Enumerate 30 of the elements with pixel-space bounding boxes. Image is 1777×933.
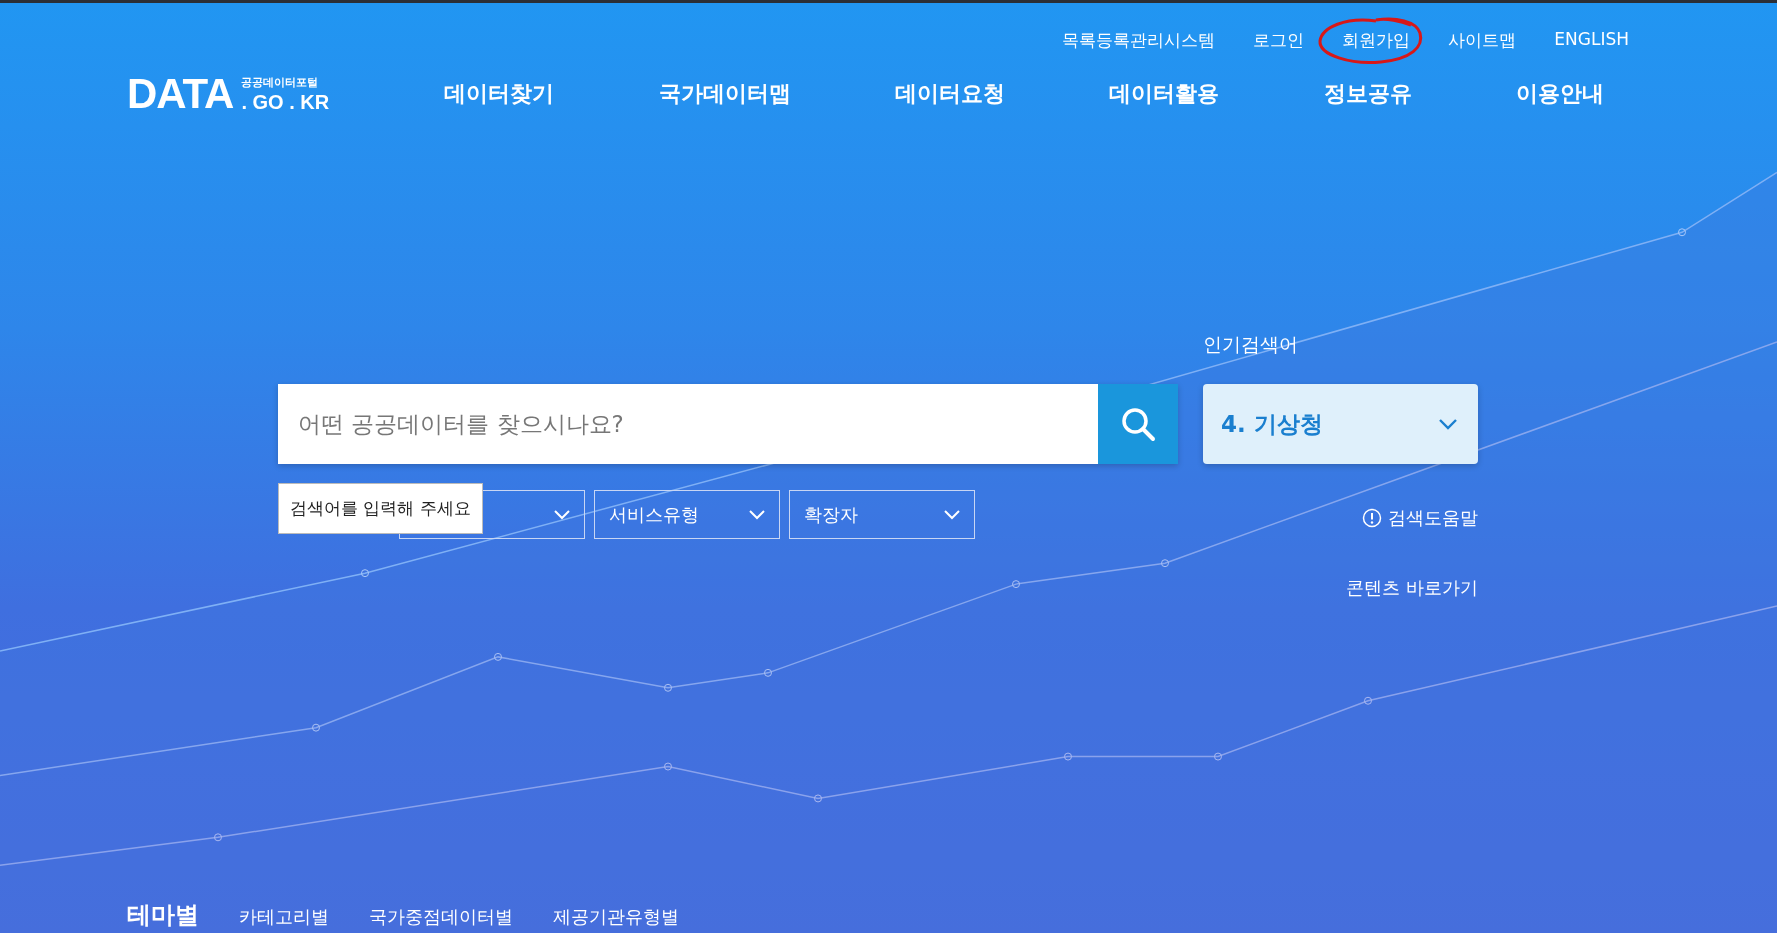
filter-dropdown[interactable]: 확장자 [789,490,975,539]
nav-menu-item[interactable]: 정보공유 [1323,79,1412,109]
nav-menu-item[interactable]: 데이터활용 [1109,79,1220,109]
nav-menu-item[interactable]: 이용안내 [1516,79,1605,109]
content-shortcut-link[interactable]: 콘텐츠 바로가기 [1346,576,1478,600]
filter-dropdown[interactable]: 서비스유형 [594,490,780,539]
search-field[interactable]: 어떤 공공데이터를 찾으시나요? [278,384,1098,464]
search-icon [1120,406,1156,442]
info-icon [1362,508,1382,528]
tab[interactable]: 국가중점데이터별 [369,905,513,929]
nav-menu-item[interactable]: 데이터찾기 [444,79,555,109]
chevron-down-icon [944,509,960,520]
popular-search-dropdown[interactable]: 4. 기상청 [1203,384,1478,464]
chevron-down-icon [554,509,570,520]
utility-link[interactable]: 로그인 [1253,30,1305,50]
popular-search-label: 인기검색어 [1203,332,1299,357]
utility-link[interactable]: 사이트맵 [1448,30,1517,50]
nav-menu-item[interactable]: 국가데이터맵 [658,79,791,109]
tooltip: 검색어를 입력해 주세요 [278,483,483,534]
utility-link[interactable]: 회원가입 [1342,30,1411,50]
search-help-link[interactable]: 검색도움말 [1362,506,1478,530]
search-button[interactable] [1098,384,1178,464]
utility-link[interactable]: ENGLISH [1554,29,1629,49]
nav-menu-item[interactable]: 데이터요청 [895,79,1005,109]
tab[interactable]: 제공기관유형별 [553,905,679,929]
utility-link[interactable]: 목록등록관리시스템 [1062,30,1216,50]
chevron-down-icon [1438,418,1458,430]
tab[interactable]: 카테고리별 [239,905,329,929]
chevron-down-icon [749,509,765,520]
tab[interactable]: 테마별 [127,899,199,931]
